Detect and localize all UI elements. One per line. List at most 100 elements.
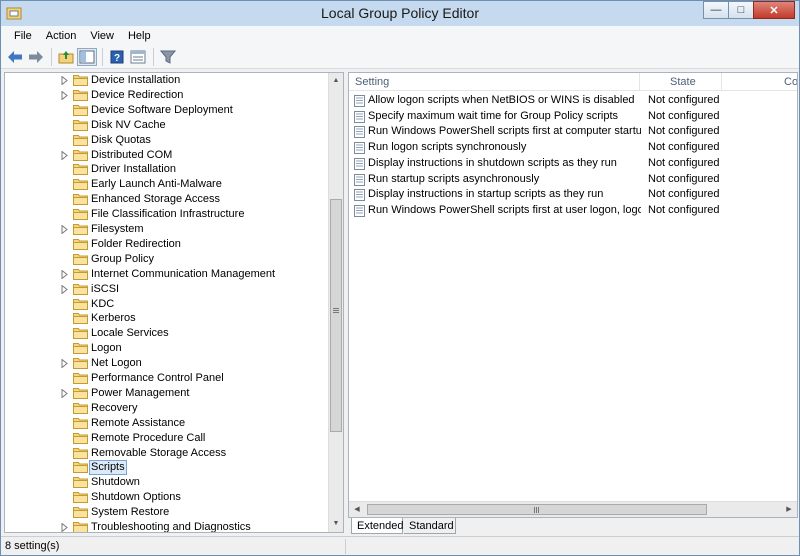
- settings-list[interactable]: Setting State Co Allow logon scripts whe…: [348, 72, 798, 518]
- help-button[interactable]: ?: [107, 48, 127, 66]
- back-icon: [8, 50, 22, 63]
- setting-row[interactable]: Specify maximum wait time for Group Poli…: [349, 109, 797, 124]
- tree-item[interactable]: Kerberos: [5, 311, 331, 326]
- setting-row[interactable]: Display instructions in shutdown scripts…: [349, 156, 797, 171]
- expand-arrow-icon[interactable]: [61, 76, 69, 85]
- menu-view[interactable]: View: [83, 30, 121, 42]
- up-folder-button[interactable]: [56, 48, 76, 66]
- scroll-right-arrow-icon[interactable]: ▶: [781, 502, 797, 517]
- tree-item[interactable]: Shutdown: [5, 475, 331, 490]
- tree-item[interactable]: Troubleshooting and Diagnostics: [5, 520, 331, 532]
- tree-item-label: Recovery: [91, 401, 138, 414]
- scroll-thumb[interactable]: [367, 504, 707, 515]
- setting-state: Not configured: [648, 188, 720, 201]
- tree-item[interactable]: Removable Storage Access: [5, 446, 331, 461]
- setting-row[interactable]: Run logon scripts synchronously Not confi…: [349, 140, 797, 155]
- folder-icon: [73, 373, 88, 384]
- properties-button[interactable]: [128, 48, 148, 66]
- menu-file[interactable]: File: [7, 30, 39, 42]
- tab-extended[interactable]: Extended: [351, 518, 403, 534]
- folder-icon: [73, 507, 88, 519]
- close-button[interactable]: ✕: [753, 1, 795, 19]
- expand-arrow-icon[interactable]: [61, 359, 69, 369]
- tree-item[interactable]: Logon: [5, 341, 331, 356]
- setting-row[interactable]: Display instructions in startup scripts …: [349, 187, 797, 202]
- menu-action[interactable]: Action: [39, 30, 84, 42]
- tree-item-label: Device Installation: [91, 74, 181, 86]
- back-button[interactable]: [5, 48, 25, 66]
- tree-item[interactable]: iSCSI: [5, 282, 331, 297]
- maximize-button[interactable]: □: [728, 1, 754, 19]
- tree-item-label: System Restore: [91, 506, 170, 519]
- column-header-comment[interactable]: Co: [722, 73, 797, 91]
- expand-arrow-icon[interactable]: [61, 150, 69, 160]
- expand-arrow-icon[interactable]: [61, 388, 69, 398]
- tree-item[interactable]: File Classification Infrastructure: [5, 207, 331, 222]
- tree-item[interactable]: Internet Communication Management: [5, 267, 331, 282]
- column-header-state[interactable]: State: [640, 73, 722, 91]
- scroll-thumb[interactable]: [330, 199, 342, 432]
- expand-arrow-icon[interactable]: [61, 90, 69, 100]
- tree-item[interactable]: Early Launch Anti-Malware: [5, 177, 331, 192]
- tree-item[interactable]: KDC: [5, 297, 331, 312]
- forward-button[interactable]: [26, 48, 46, 66]
- tree-item[interactable]: Device Installation: [5, 73, 331, 88]
- tree-item[interactable]: Driver Installation: [5, 162, 331, 177]
- tree-item[interactable]: Disk NV Cache: [5, 118, 331, 133]
- svg-text:?: ?: [114, 53, 120, 64]
- navigation-tree[interactable]: Device Installation Device Redirection Dev…: [4, 72, 344, 533]
- policy-setting-icon: [354, 204, 365, 217]
- minimize-button[interactable]: —: [703, 1, 729, 19]
- tree-item[interactable]: Remote Assistance: [5, 416, 331, 431]
- setting-row[interactable]: Run Windows PowerShell scripts first at …: [349, 203, 797, 218]
- expand-arrow-icon[interactable]: [61, 225, 69, 234]
- tree-item[interactable]: Net Logon: [5, 356, 331, 371]
- show-hide-tree-button[interactable]: [77, 47, 97, 66]
- column-header-setting[interactable]: Setting: [349, 73, 640, 91]
- tree-item[interactable]: Distributed COM: [5, 148, 331, 163]
- folder-icon: [73, 522, 88, 532]
- folder-icon: [73, 328, 88, 340]
- filter-button[interactable]: [158, 48, 178, 66]
- tab-standard[interactable]: Standard: [404, 518, 456, 534]
- tree-item[interactable]: Performance Control Panel: [5, 371, 331, 386]
- tree-item[interactable]: Enhanced Storage Access: [5, 192, 331, 207]
- folder-icon: [73, 447, 88, 459]
- tree-item[interactable]: Remote Procedure Call: [5, 431, 331, 446]
- tree-item-label: Kerberos: [91, 312, 136, 325]
- title-bar[interactable]: Local Group Policy Editor — □ ✕: [1, 1, 799, 26]
- tree-item[interactable]: Shutdown Options: [5, 490, 331, 505]
- setting-name: Run startup scripts asynchronously: [368, 172, 540, 185]
- tree-item[interactable]: Filesystem: [5, 222, 331, 237]
- tree-item[interactable]: Device Redirection: [5, 88, 331, 103]
- scroll-left-arrow-icon[interactable]: ◀: [349, 502, 365, 517]
- policy-setting-icon: [354, 110, 365, 123]
- tree-item-label: Device Software Deployment: [91, 103, 233, 116]
- tree-item[interactable]: Recovery: [5, 401, 331, 416]
- setting-row[interactable]: Run startup scripts asynchronously Not co…: [349, 172, 797, 187]
- list-horizontal-scrollbar[interactable]: ◀ ▶: [349, 501, 797, 517]
- setting-name: Run Windows PowerShell scripts first at …: [368, 203, 641, 216]
- setting-row[interactable]: Allow logon scripts when NetBIOS or WINS…: [349, 93, 797, 108]
- expand-arrow-icon[interactable]: [61, 523, 69, 532]
- tree-item[interactable]: Scripts: [5, 460, 331, 476]
- expand-arrow-icon[interactable]: [61, 284, 69, 294]
- tree-item-label: Remote Procedure Call: [91, 431, 206, 444]
- tree-item-label: Device Redirection: [91, 88, 184, 101]
- folder-icon: [73, 134, 88, 146]
- tree-vertical-scrollbar[interactable]: ▲ ▼: [328, 73, 343, 532]
- tree-item[interactable]: Disk Quotas: [5, 133, 331, 148]
- expand-arrow-icon[interactable]: [61, 269, 69, 279]
- tree-item[interactable]: Group Policy: [5, 252, 331, 267]
- tree-item[interactable]: Device Software Deployment: [5, 103, 331, 118]
- menu-help[interactable]: Help: [121, 30, 158, 42]
- folder-icon: [73, 75, 88, 86]
- setting-name: Specify maximum wait time for Group Poli…: [368, 109, 619, 122]
- tree-item[interactable]: Power Management: [5, 386, 331, 401]
- tree-item[interactable]: Locale Services: [5, 326, 331, 341]
- tree-item[interactable]: System Restore: [5, 505, 331, 520]
- scroll-down-arrow-icon[interactable]: ▼: [329, 516, 343, 532]
- tree-item[interactable]: Folder Redirection: [5, 237, 331, 252]
- scroll-up-arrow-icon[interactable]: ▲: [329, 73, 343, 89]
- setting-row[interactable]: Run Windows PowerShell scripts first at …: [349, 124, 797, 139]
